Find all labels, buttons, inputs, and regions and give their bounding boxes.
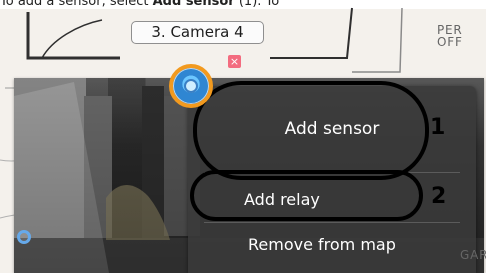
map-text-gar: GAR (460, 248, 486, 262)
wall-right-2 (352, 7, 403, 73)
close-icon[interactable]: × (228, 55, 241, 68)
menu-separator (204, 172, 460, 173)
map-corner-ring (17, 230, 31, 244)
camera-label[interactable]: 3. Camera 4 (131, 21, 264, 44)
marker-core (184, 79, 198, 93)
annotation-number-1: 1 (430, 115, 446, 140)
annotation-number-2: 2 (431, 184, 447, 209)
map-text-off: OFF (437, 35, 463, 49)
menu-item-remove-from-map[interactable]: Remove from map (188, 226, 476, 264)
wall-left (26, 12, 120, 60)
menu-separator (204, 222, 460, 223)
camera-marker-icon[interactable] (169, 64, 213, 108)
door-arc-left (41, 19, 103, 59)
wall-right (270, 7, 353, 59)
